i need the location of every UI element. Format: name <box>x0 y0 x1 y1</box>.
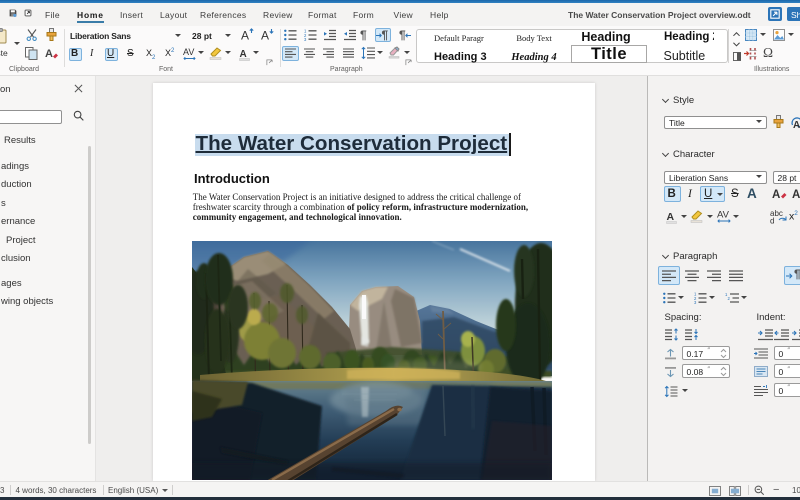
svg-text:d: d <box>770 217 774 225</box>
svg-text:2: 2 <box>728 296 731 301</box>
svg-text:3: 3 <box>304 37 307 41</box>
svg-text:AV: AV <box>183 47 194 57</box>
svg-text:3: 3 <box>694 300 697 304</box>
svg-text:A: A <box>45 48 53 60</box>
svg-text:A: A <box>792 189 800 201</box>
svg-text:A: A <box>667 211 675 223</box>
svg-text:A: A <box>241 29 249 42</box>
svg-text:A: A <box>793 120 800 129</box>
svg-text:A: A <box>772 189 780 201</box>
svg-text:AV: AV <box>717 210 730 221</box>
svg-text:A: A <box>261 29 269 42</box>
